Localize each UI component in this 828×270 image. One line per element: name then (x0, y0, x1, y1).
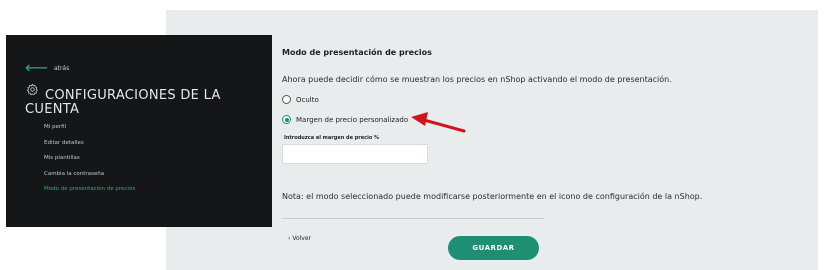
volver-link-label: Volver (292, 235, 312, 242)
note-text: Nota: el modo seleccionado puede modific… (282, 192, 703, 201)
divider (282, 218, 544, 219)
sidebar-item-modo-presentacion-precios[interactable]: Modo de presentación de precios (44, 186, 135, 202)
description-text: Ahora puede decidir cómo se muestran los… (282, 75, 672, 84)
margin-percent-input[interactable] (282, 144, 428, 164)
volver-link[interactable]: ‹ Volver (288, 235, 311, 242)
sidebar-menu: Mi perfil Editar detalles Mis plantillas… (44, 124, 135, 202)
radio-margen-personalizado[interactable] (282, 115, 291, 124)
sidebar-title: CONFIGURACIONES DE LA CUENTA (25, 88, 221, 117)
radio-oculto[interactable] (282, 95, 291, 104)
back-link[interactable]: ⟵ atrás (25, 58, 70, 77)
red-pointer-arrow-icon (411, 112, 466, 133)
sidebar-item-mis-plantillas[interactable]: Mis plantillas (44, 155, 135, 171)
sidebar-item-mi-perfil[interactable]: Mi perfil (44, 124, 135, 140)
sidebar-item-cambia-contrasena[interactable]: Cambia la contraseña (44, 171, 135, 187)
option-oculto[interactable]: Oculto (282, 95, 319, 104)
arrow-left-icon: ⟵ (25, 58, 48, 77)
sidebar-item-editar-detalles[interactable]: Editar detalles (44, 140, 135, 156)
option-margen-personalizado[interactable]: Margen de precio personalizado (282, 115, 408, 124)
chevron-left-icon: ‹ (288, 235, 291, 242)
account-settings-sidebar: ⟵ atrás CONFIGURACIONES DE LA CUENTA Mi … (6, 35, 272, 227)
back-link-label: atrás (53, 64, 70, 72)
option-margen-personalizado-label: Margen de precio personalizado (296, 115, 409, 124)
margin-field-label: Introduzca el margen de precio % (284, 135, 380, 141)
option-oculto-label: Oculto (296, 95, 319, 104)
save-button[interactable]: GUARDAR (448, 236, 539, 260)
section-title: Modo de presentación de precios (282, 48, 432, 57)
